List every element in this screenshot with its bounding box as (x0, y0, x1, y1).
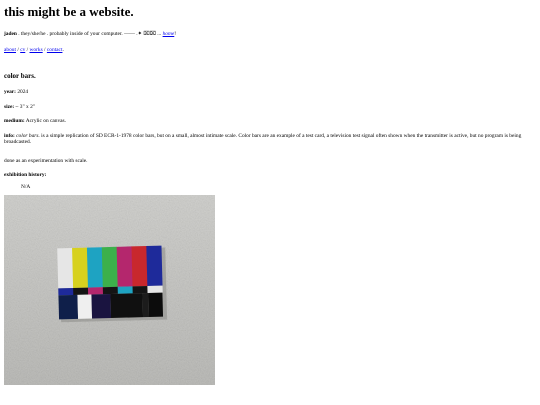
nav-about-link[interactable]: about (4, 47, 16, 53)
color-bar-top-0 (57, 247, 74, 289)
medium-label: medium: (4, 118, 25, 124)
author-name: jaden (4, 31, 17, 37)
tagline-text: . they/she/he . probably inside of your … (16, 31, 163, 37)
color-bar-mid-2 (87, 287, 104, 295)
scale-note: done as an experimentation with scale. (4, 157, 88, 164)
color-bar-top-1 (72, 247, 89, 288)
nav-works-link[interactable]: works (29, 47, 42, 53)
color-bar-mid-3 (102, 286, 119, 295)
tagline: jaden . they/she/he . probably inside of… (4, 31, 536, 38)
exhibition-history-value: N/A (21, 183, 31, 190)
artwork-title: color bars. (4, 72, 36, 80)
nav-terminator: . (62, 47, 64, 53)
exhibition-label: exhibition history: (4, 172, 47, 178)
color-bar-mid-4 (117, 286, 134, 294)
medium-line: medium: Acrylic on canvas. (4, 118, 536, 125)
site-title: this might be a website. (4, 4, 134, 19)
nav-contact-link[interactable]: contact (47, 47, 63, 53)
year-value: 2024 (17, 89, 29, 95)
size-line: size: ~ 3" x 2" (4, 104, 536, 111)
color-bars-bottom (58, 292, 164, 320)
home-link[interactable]: home (163, 31, 175, 37)
color-bar-top-5 (131, 246, 148, 287)
info-text: is a simple replication of SD ECR-1-1978… (4, 132, 522, 146)
medium-value: Acrylic on canvas. (25, 118, 66, 124)
color-bar-mid-5 (132, 286, 148, 294)
color-bar-mid-0 (58, 287, 74, 296)
color-bar-mid-6 (147, 285, 163, 294)
info-paragraph: info: color bars. is a simple replicatio… (4, 133, 534, 146)
info-title: color bars. (16, 132, 40, 139)
year-label: year: (4, 89, 16, 95)
page: this might be a website. jaden . they/sh… (0, 0, 540, 385)
artwork-photo (4, 195, 215, 385)
color-bar-top-6 (146, 245, 163, 287)
color-bar-top-4 (116, 246, 133, 287)
painting (57, 245, 168, 323)
color-bar-top-3 (101, 246, 118, 288)
size-value: ~ 3" x 2" (15, 103, 35, 110)
color-bars-top (57, 245, 163, 289)
size-label: size: (4, 103, 15, 110)
exhibition-history-heading: exhibition history: (4, 172, 536, 179)
color-bar-top-2 (86, 247, 104, 288)
color-bar-mid-1 (73, 287, 89, 295)
year-line: year: 2024 (4, 89, 536, 96)
home-suffix: ! (174, 31, 177, 37)
nav-links: about / cv / works / contact. (4, 47, 536, 54)
info-label: info: (4, 132, 15, 139)
